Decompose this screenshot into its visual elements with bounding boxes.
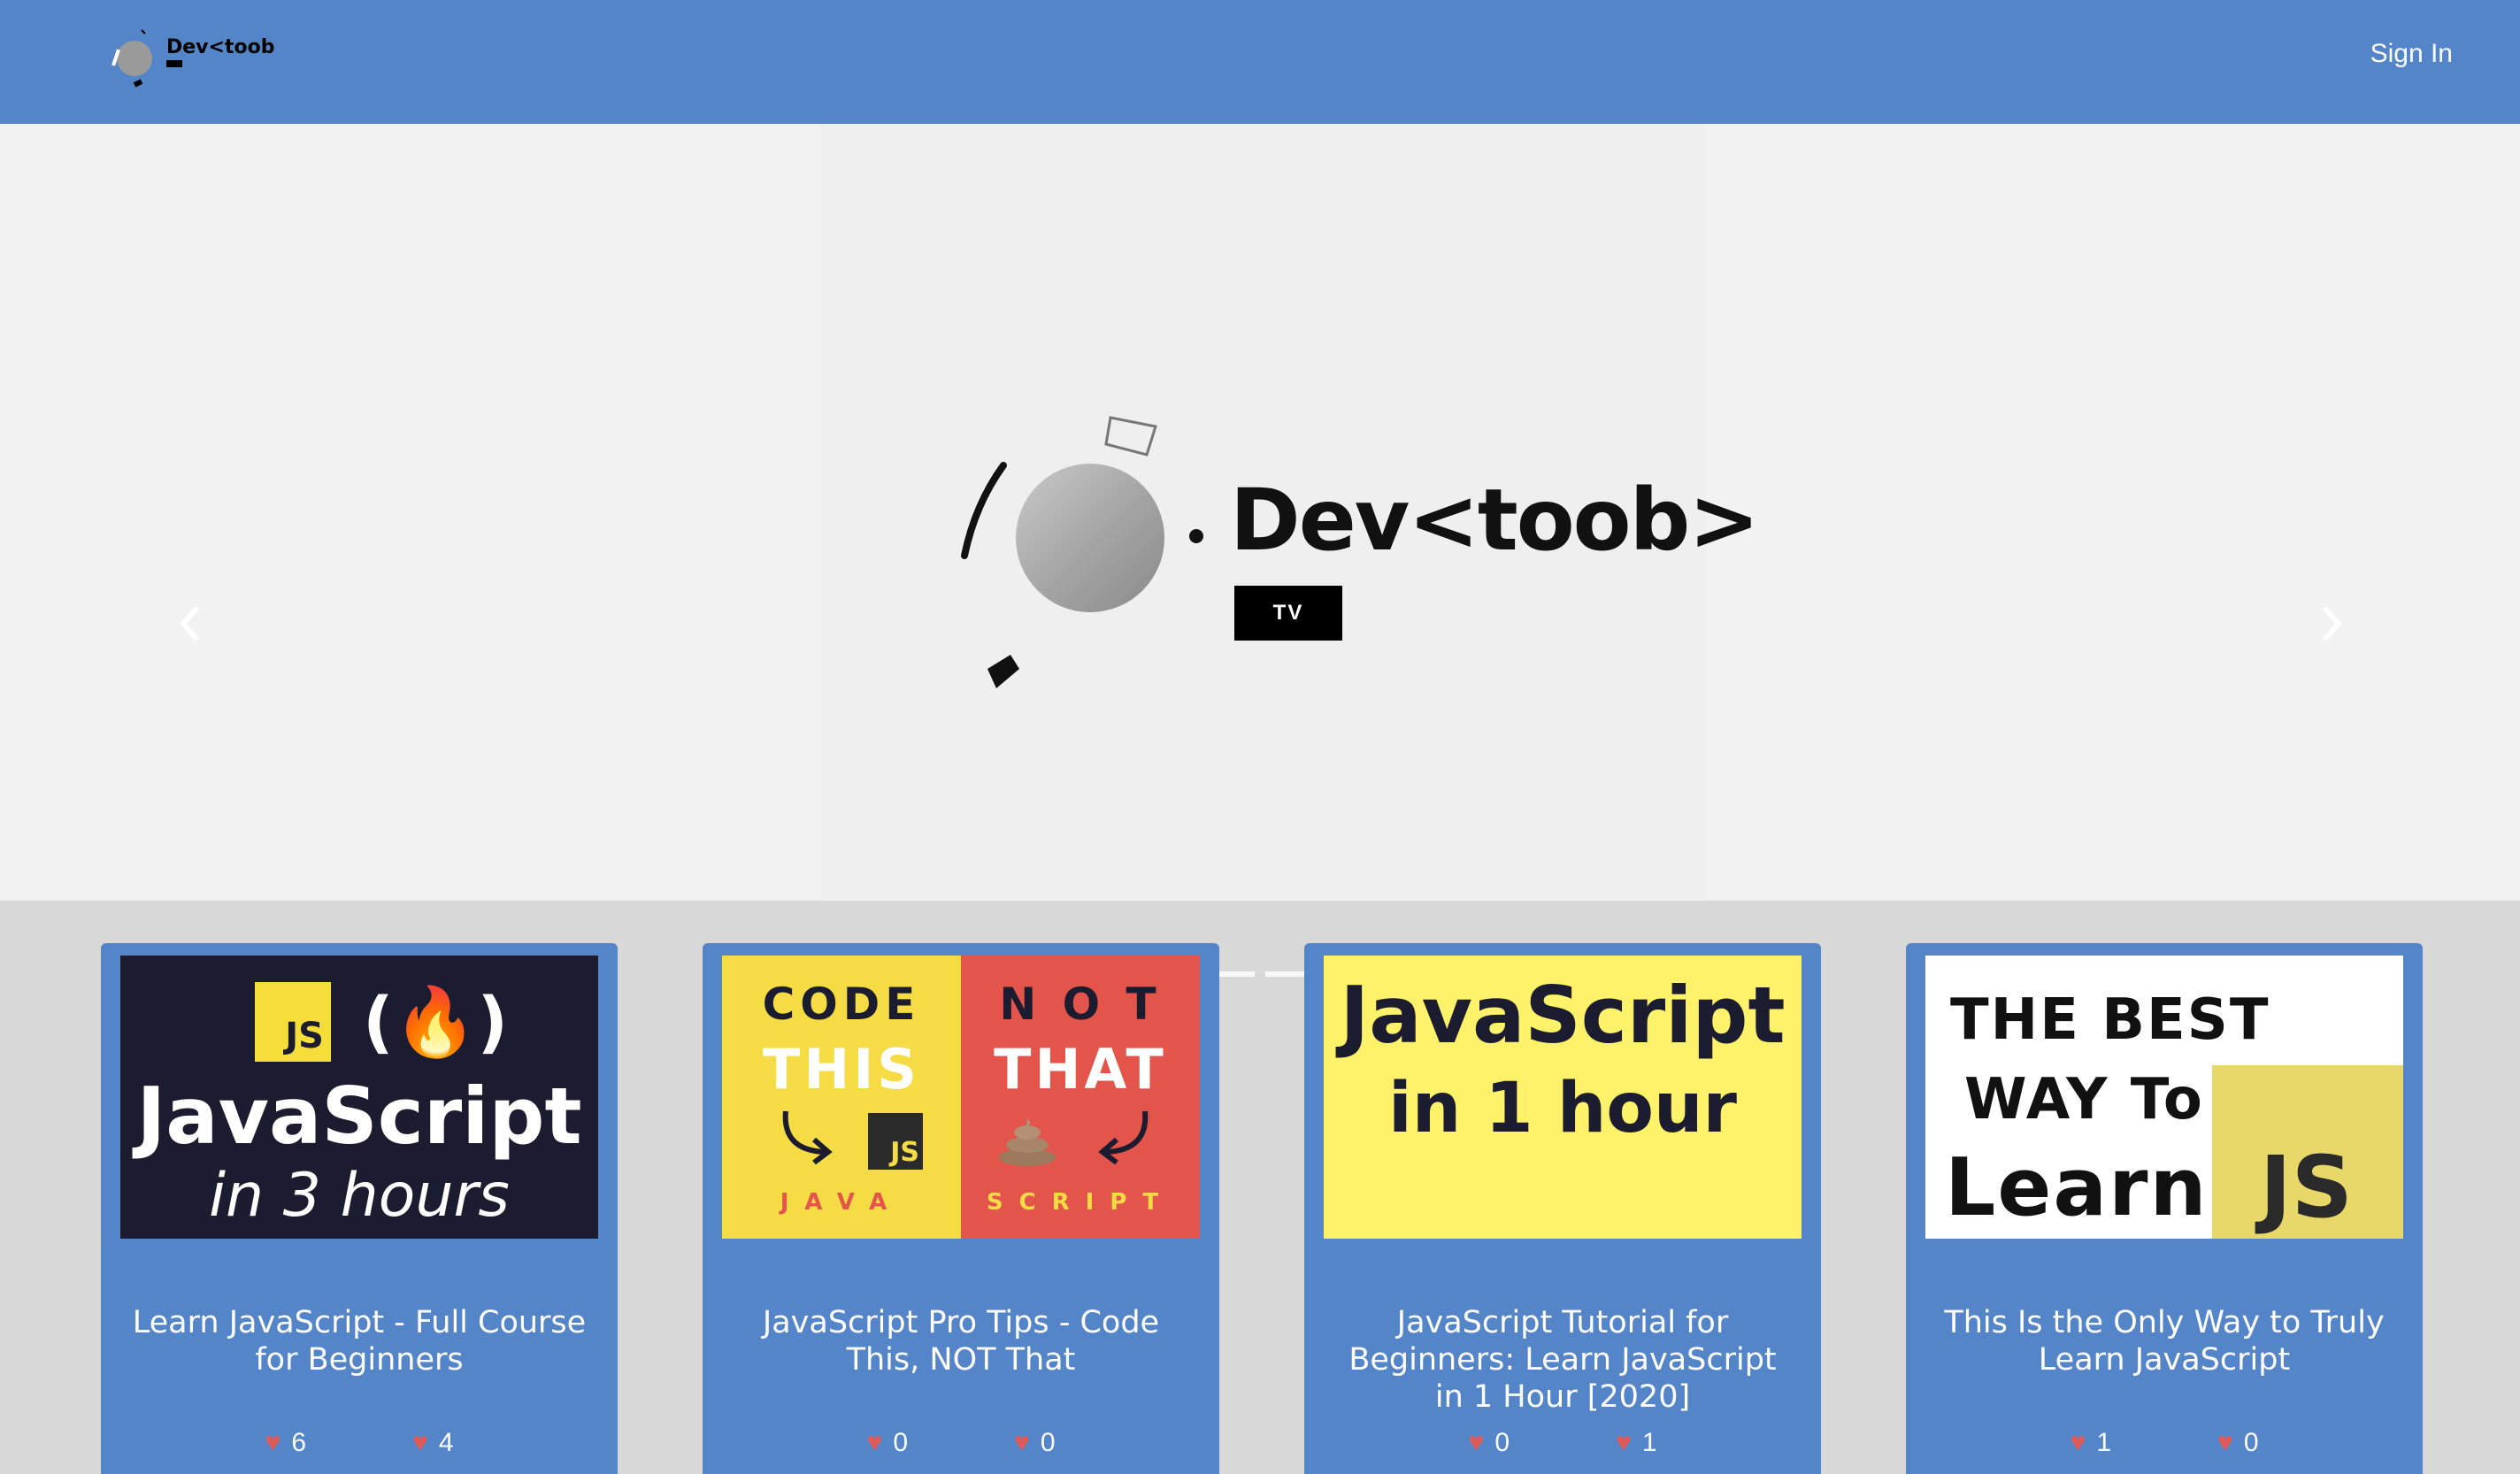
video-card[interactable]: JS (🔥) JavaScript in 3 hours Learn JavaS… (101, 943, 618, 1474)
js-badge: JS (255, 982, 331, 1062)
freecodecamp-icon: (🔥) (363, 982, 509, 1061)
js-badge: JS (868, 1113, 923, 1170)
dislike-stat[interactable]: ♥ 4 (412, 1428, 454, 1458)
chevron-left-icon (179, 606, 200, 641)
carousel-prev-button[interactable] (168, 602, 212, 646)
thumbnail-left-panel: CODE THIS JS JAVA (722, 956, 961, 1239)
broken-heart-icon: ♥ (1616, 1428, 1632, 1457)
navbar: Dev<toob> Sign In (0, 0, 2520, 124)
heart-icon: ♥ (265, 1428, 281, 1457)
video-stats: ♥ 1 ♥ 0 (1906, 1428, 2423, 1458)
like-stat[interactable]: ♥ 6 (265, 1428, 307, 1458)
video-stats: ♥ 6 ♥ 4 (101, 1428, 618, 1458)
like-count: 6 (291, 1428, 306, 1457)
heart-icon: ♥ (1468, 1428, 1485, 1457)
like-count: 0 (1494, 1428, 1510, 1457)
thumbnail-heading: JavaScript (1340, 970, 1786, 1061)
js-badge: JS (2260, 1138, 2353, 1237)
video-title[interactable]: JavaScript Pro Tips - Code This, NOT Tha… (729, 1304, 1193, 1378)
hero-brand-title: Dev<toob> (1230, 471, 1760, 570)
video-title[interactable]: Learn JavaScript - Full Course for Begin… (127, 1304, 591, 1378)
thumbnail-heading: THE BEST (1950, 987, 2270, 1053)
video-thumbnail[interactable]: JS (🔥) JavaScript in 3 hours (120, 956, 598, 1239)
video-card[interactable]: THE BEST WAY To Learn JS This Is the Onl… (1906, 943, 2423, 1474)
dislike-stat[interactable]: ♥ 0 (1014, 1428, 1056, 1458)
thumbnail-subheading: in 3 hours (209, 1161, 510, 1231)
curved-arrow-icon (1098, 1110, 1149, 1165)
dislike-count: 0 (1040, 1428, 1056, 1457)
brand-logo-icon: Dev<toob> (111, 29, 291, 88)
video-stats: ♥ 0 ♥ 0 (703, 1428, 1219, 1458)
dislike-stat[interactable]: ♥ 1 (1616, 1428, 1657, 1458)
like-count: 0 (893, 1428, 908, 1457)
video-title[interactable]: This Is the Only Way to Truly Learn Java… (1932, 1304, 2396, 1378)
video-thumbnail[interactable]: THE BEST WAY To Learn JS (1925, 956, 2403, 1239)
dislike-count: 1 (1641, 1428, 1657, 1457)
brand-logo[interactable]: Dev<toob> (106, 23, 291, 94)
thumbnail-subheading: in 1 hour (1388, 1069, 1737, 1148)
like-count: 1 (2096, 1428, 2111, 1457)
heart-icon: ♥ (866, 1428, 883, 1457)
thumbnail-caption-right: SCRIPT (986, 1189, 1175, 1216)
thumbnail-tagline: Learn (1945, 1141, 2209, 1234)
sign-in-link[interactable]: Sign In (2370, 39, 2453, 69)
like-stat[interactable]: ♥ 0 (1469, 1428, 1510, 1458)
broken-heart-icon: ♥ (1014, 1428, 1030, 1457)
thumbnail-heading: N O T (999, 979, 1162, 1030)
thumbnail-subheading: THIS (763, 1037, 920, 1102)
broken-heart-icon: ♥ (2217, 1428, 2233, 1457)
dislike-count: 4 (438, 1428, 454, 1457)
thumbnail-subheading: WAY To (1964, 1067, 2204, 1132)
svg-text:Dev<toob>: Dev<toob> (166, 36, 274, 58)
thumbnail-caption-left: JAVA (780, 1189, 903, 1216)
poop-emoji-icon (999, 1118, 1056, 1166)
chevron-right-icon (2322, 606, 2343, 641)
thumbnail-subheading: THAT (994, 1037, 1167, 1102)
video-card[interactable]: JavaScript in 1 hour JavaScript Tutorial… (1304, 943, 1821, 1474)
thumbnail-heading: JavaScript (136, 1071, 582, 1162)
hero-tv-badge: TV (1234, 586, 1342, 641)
curved-arrow-icon (782, 1110, 833, 1165)
heart-icon: ♥ (2070, 1428, 2086, 1457)
thumbnail-right-panel: N O T THAT SCRIPT (961, 956, 1200, 1239)
video-thumbnail[interactable]: CODE THIS JS JAVA N O T THAT SCRIPT (722, 956, 1200, 1239)
like-stat[interactable]: ♥ 1 (2071, 1428, 2112, 1458)
video-title[interactable]: JavaScript Tutorial for Beginners: Learn… (1331, 1304, 1794, 1416)
dislike-stat[interactable]: ♥ 0 (2217, 1428, 2259, 1458)
video-card[interactable]: CODE THIS JS JAVA N O T THAT SCRIPT Java… (703, 943, 1219, 1474)
like-stat[interactable]: ♥ 0 (867, 1428, 909, 1458)
hero-logo-graphic (961, 416, 1203, 688)
video-stats: ♥ 0 ♥ 1 (1304, 1428, 1821, 1458)
hero-carousel: Dev<toob> TV (0, 124, 2520, 977)
video-thumbnail[interactable]: JavaScript in 1 hour (1324, 956, 1802, 1239)
dislike-count: 0 (2243, 1428, 2259, 1457)
broken-heart-icon: ♥ (412, 1428, 428, 1457)
thumbnail-heading: CODE (762, 979, 921, 1030)
carousel-next-button[interactable] (2309, 602, 2354, 646)
